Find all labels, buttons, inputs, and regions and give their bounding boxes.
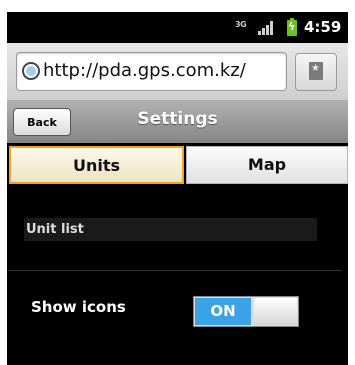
battery-charging-icon [287,18,297,36]
browser-url-bar: http://pda.gps.com.kz/ [7,43,348,101]
app-header: Settings Back [7,100,348,143]
url-field[interactable]: http://pda.gps.com.kz/ [16,52,287,91]
tab-units[interactable]: Units [9,146,184,184]
show-icons-toggle[interactable]: ON [193,296,299,327]
status-bar: 3G 4:59 [7,12,348,43]
bookmark-star-icon [309,62,323,80]
url-text: http://pda.gps.com.kz/ [43,60,246,81]
signal-bars-icon [258,21,276,35]
toggle-on-label: ON [195,298,251,325]
tab-map[interactable]: Map [186,146,348,184]
tab-bar: Units Map [7,143,348,188]
back-button[interactable]: Back [13,108,71,136]
toggle-knob [254,298,297,325]
bookmark-button[interactable] [295,53,337,91]
unit-list-item[interactable]: Unit list [24,218,317,241]
status-time: 4:59 [304,18,342,36]
globe-icon [22,62,40,80]
show-icons-label: Show icons [31,298,126,316]
settings-content [7,188,348,365]
divider [8,270,341,271]
network-type-indicator: 3G [235,20,247,29]
